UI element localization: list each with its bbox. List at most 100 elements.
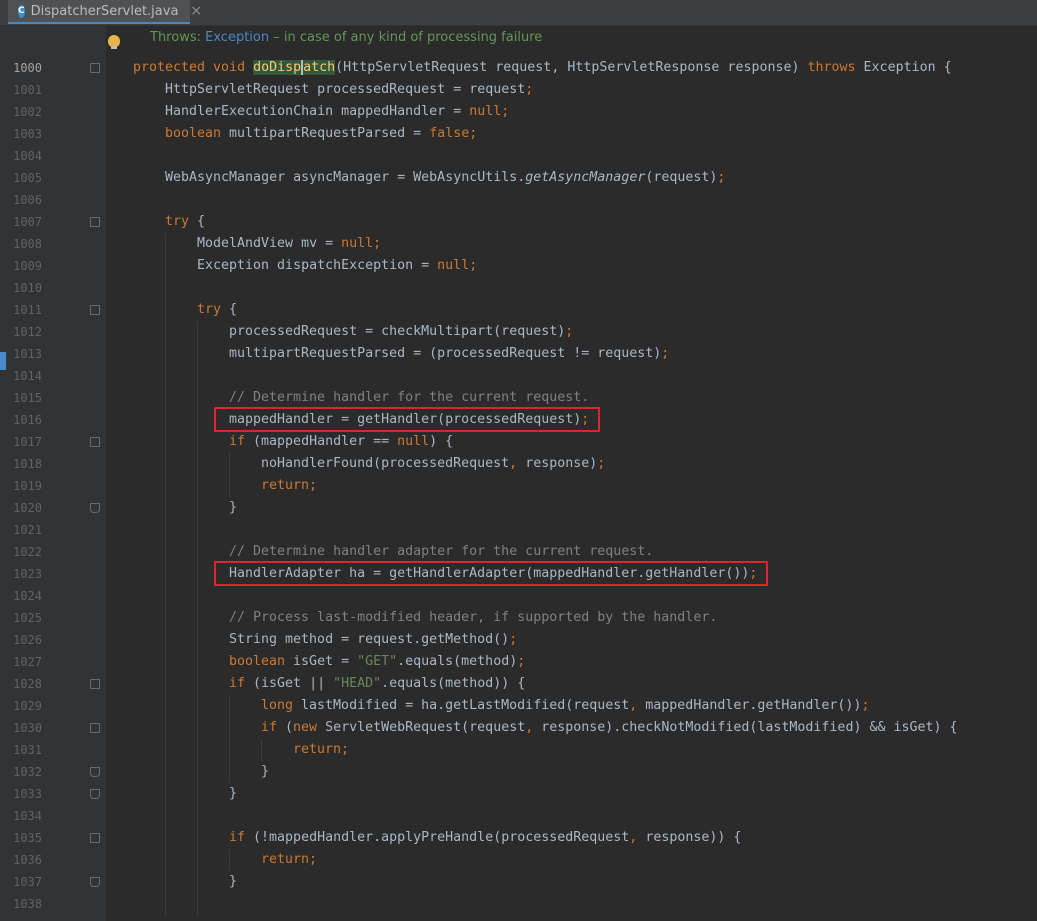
code-text: } bbox=[261, 761, 269, 783]
code-text: if (!mappedHandler.applyPreHandle(proces… bbox=[229, 827, 741, 849]
code-line[interactable]: 1026 String method = request.getMethod(); bbox=[0, 629, 1037, 651]
code-line[interactable]: 1028 if (isGet || "HEAD".equals(method)) … bbox=[0, 673, 1037, 695]
code-line[interactable]: 1038 bbox=[0, 893, 1037, 915]
code-line[interactable]: 1027 boolean isGet = "GET".equals(method)… bbox=[0, 651, 1037, 673]
indent-guide bbox=[165, 233, 166, 255]
fold-icon[interactable] bbox=[90, 679, 100, 689]
indent-guide bbox=[197, 563, 198, 585]
code-token: return; bbox=[261, 852, 318, 867]
code-token: if bbox=[261, 720, 286, 735]
indent-guide bbox=[165, 409, 166, 431]
code-line[interactable]: 1008 ModelAndView mv = null; bbox=[0, 233, 1037, 255]
code-token: // Determine handler for the current req… bbox=[229, 390, 590, 405]
code-line[interactable]: 1036 return; bbox=[0, 849, 1037, 871]
code-line[interactable]: 1024 bbox=[0, 585, 1037, 607]
indent-guide bbox=[165, 695, 166, 717]
line-number: 1022 bbox=[13, 545, 42, 559]
code-line[interactable]: 1017 if (mappedHandler == null) { bbox=[0, 431, 1037, 453]
code-token: Exception dispatchException = bbox=[197, 258, 438, 273]
code-token: throws bbox=[807, 60, 864, 75]
code-line[interactable]: 1029 long lastModified = ha.getLastModifi… bbox=[0, 695, 1037, 717]
code-line[interactable]: 1013 multipartRequestParsed = (processedR… bbox=[0, 343, 1037, 365]
code-token: ; bbox=[717, 170, 726, 185]
code-token: ; bbox=[525, 82, 534, 97]
code-token: response).checkNotModified(lastModified)… bbox=[541, 720, 958, 735]
code-line[interactable]: 1031 return; bbox=[0, 739, 1037, 761]
editor-tab-bar: C DispatcherServlet.java × bbox=[0, 0, 1037, 26]
code-token: Exception { bbox=[863, 60, 952, 75]
code-line[interactable]: 1011 try { bbox=[0, 299, 1037, 321]
fold-icon[interactable] bbox=[90, 833, 100, 843]
lightbulb-base bbox=[111, 46, 117, 49]
code-text: long lastModified = ha.getLastModified(r… bbox=[261, 695, 869, 717]
fold-icon[interactable] bbox=[90, 305, 100, 315]
code-token: (!mappedHandler.applyPreHandle(processed… bbox=[253, 830, 630, 845]
code-line[interactable]: 1002 HandlerExecutionChain mappedHandler … bbox=[0, 101, 1037, 123]
tab-dispatcherservlet-java[interactable]: C DispatcherServlet.java × bbox=[8, 0, 202, 24]
code-text: multipartRequestParsed = (processedReque… bbox=[229, 343, 669, 365]
indent-guide bbox=[229, 761, 230, 783]
code-line[interactable]: 1034 bbox=[0, 805, 1037, 827]
fold-icon[interactable] bbox=[90, 723, 100, 733]
indent-guide bbox=[261, 739, 262, 761]
code-line[interactable]: 1004 bbox=[0, 145, 1037, 167]
code-token: , bbox=[629, 698, 646, 713]
code-line[interactable]: 1015 // Determine handler for the current… bbox=[0, 387, 1037, 409]
code-token: null bbox=[397, 434, 430, 449]
line-number: 1010 bbox=[13, 281, 42, 295]
code-line[interactable]: 1030 if (new ServletWebRequest(request, r… bbox=[0, 717, 1037, 739]
line-number: 1026 bbox=[13, 633, 42, 647]
fold-icon[interactable] bbox=[90, 63, 100, 73]
line-number: 1018 bbox=[13, 457, 42, 471]
code-line[interactable]: 1035 if (!mappedHandler.applyPreHandle(pr… bbox=[0, 827, 1037, 849]
indent-guide bbox=[165, 277, 166, 299]
indent-guide bbox=[197, 519, 198, 541]
code-line[interactable]: 1019 return; bbox=[0, 475, 1037, 497]
code-token: boolean bbox=[229, 654, 294, 669]
code-line[interactable]: 1018 noHandlerFound(processedRequest, res… bbox=[0, 453, 1037, 475]
close-icon[interactable]: × bbox=[190, 3, 202, 19]
code-line[interactable]: 1037} bbox=[0, 871, 1037, 893]
indent-guide bbox=[165, 321, 166, 343]
code-line[interactable]: 1006 bbox=[0, 189, 1037, 211]
indent-guide bbox=[165, 343, 166, 365]
code-token: HandlerExecutionChain mappedHandler = bbox=[165, 104, 470, 119]
indent-guide bbox=[197, 805, 198, 827]
fold-end-icon[interactable] bbox=[90, 767, 100, 777]
fold-icon[interactable] bbox=[90, 217, 100, 227]
indent-guide bbox=[165, 387, 166, 409]
indent-guide bbox=[165, 519, 166, 541]
code-line[interactable]: 1010 bbox=[0, 277, 1037, 299]
indent-guide bbox=[229, 849, 230, 871]
code-text: HttpServletRequest processedRequest = re… bbox=[165, 79, 533, 101]
code-token: ; bbox=[565, 324, 574, 339]
code-line[interactable]: 1022 // Determine handler adapter for the… bbox=[0, 541, 1037, 563]
indent-guide bbox=[197, 431, 198, 453]
indent-guide bbox=[165, 299, 166, 321]
code-line[interactable]: 1007 try { bbox=[0, 211, 1037, 233]
code-line[interactable]: 1025 // Process last-modified header, if … bbox=[0, 607, 1037, 629]
indent-guide bbox=[197, 387, 198, 409]
fold-end-icon[interactable] bbox=[90, 877, 100, 887]
code-line[interactable]: 1020} bbox=[0, 497, 1037, 519]
exception-link[interactable]: Exception bbox=[205, 30, 269, 45]
indent-guide bbox=[229, 717, 230, 739]
code-line[interactable]: 1012 processedRequest = checkMultipart(re… bbox=[0, 321, 1037, 343]
indent-guide bbox=[197, 761, 198, 783]
code-line[interactable]: 1000 protected void doDisp atch(HttpServle… bbox=[0, 57, 1037, 79]
code-line[interactable]: 1033} bbox=[0, 783, 1037, 805]
fold-end-icon[interactable] bbox=[90, 789, 100, 799]
code-line[interactable]: 1014 bbox=[0, 365, 1037, 387]
code-line[interactable]: 1009 Exception dispatchException = null; bbox=[0, 255, 1037, 277]
fold-icon[interactable] bbox=[90, 437, 100, 447]
code-line[interactable]: 1032} bbox=[0, 761, 1037, 783]
code-line[interactable]: 1021 bbox=[0, 519, 1037, 541]
code-line[interactable]: 1001 HttpServletRequest processedRequest … bbox=[0, 79, 1037, 101]
code-text: Exception dispatchException = null; bbox=[197, 255, 477, 277]
indent-guide bbox=[165, 563, 166, 585]
fold-end-icon[interactable] bbox=[90, 503, 100, 513]
code-token: .equals(method) bbox=[397, 654, 518, 669]
code-line[interactable]: 1005 WebAsyncManager asyncManager = WebAs… bbox=[0, 167, 1037, 189]
indent-guide bbox=[165, 431, 166, 453]
code-line[interactable]: 1003 boolean multipartRequestParsed = fal… bbox=[0, 123, 1037, 145]
